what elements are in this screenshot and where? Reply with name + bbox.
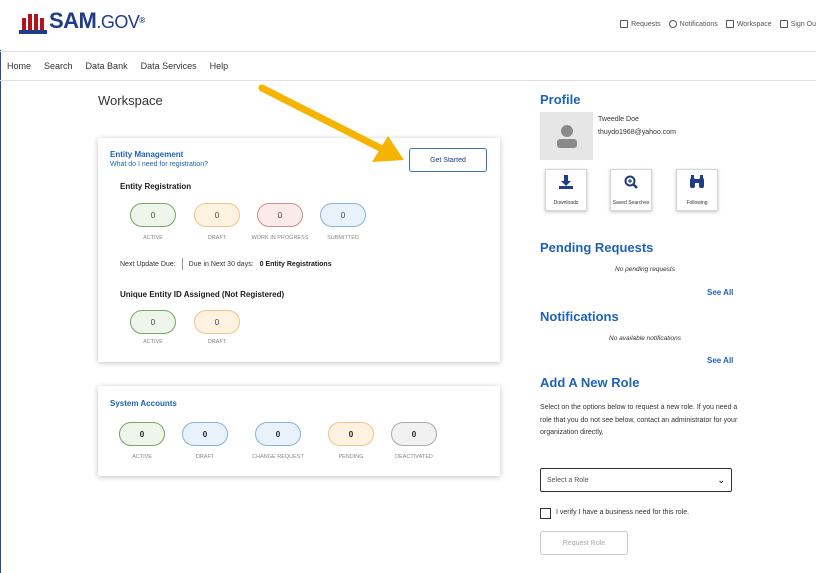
top-link-sign-out[interactable]: Sign Ou bbox=[779, 20, 816, 28]
binoculars-icon bbox=[690, 175, 704, 188]
download-icon bbox=[559, 175, 573, 189]
notifications-icon bbox=[668, 20, 677, 28]
system-accounts-title[interactable]: System Accounts bbox=[110, 399, 177, 408]
pending-requests-empty: No pending requests bbox=[615, 266, 675, 273]
registration-submitted-label: SUBMITTED bbox=[327, 235, 359, 241]
user-icon bbox=[556, 125, 577, 148]
pending-requests-title: Pending Requests bbox=[540, 240, 654, 255]
registration-active-label: ACTIVE bbox=[143, 235, 163, 241]
system-active-label: ACTIVE bbox=[132, 454, 152, 460]
system-change-request-count[interactable]: 0 bbox=[255, 422, 301, 446]
entity-registration-title: Entity Registration bbox=[120, 182, 192, 191]
uei-draft-label: DRAFT bbox=[207, 339, 227, 345]
get-started-button[interactable]: Get Started bbox=[409, 148, 487, 172]
sam-logo[interactable]: SAM.GOV® bbox=[19, 9, 145, 34]
sign-out-icon bbox=[779, 20, 788, 28]
logo-mark-icon bbox=[19, 10, 47, 34]
requests-icon bbox=[620, 20, 629, 28]
nav-search[interactable]: Search bbox=[44, 61, 73, 71]
pending-requests-see-all[interactable]: See All bbox=[707, 288, 733, 297]
system-draft-label: DRAFT bbox=[195, 454, 215, 460]
main-nav: Home Search Data Bank Data Services Help bbox=[0, 51, 816, 81]
uei-draft-count[interactable]: 0 bbox=[194, 310, 240, 334]
following-label: Following bbox=[686, 200, 708, 206]
uei-active-label: ACTIVE bbox=[143, 339, 163, 345]
nav-help[interactable]: Help bbox=[210, 61, 229, 71]
notifications-see-all[interactable]: See All bbox=[707, 356, 733, 365]
registration-active-count[interactable]: 0 bbox=[130, 203, 176, 227]
saved-searches-tile[interactable]: Saved Searches bbox=[610, 169, 652, 211]
due-text: Due in Next 30 days: bbox=[188, 260, 254, 268]
nav-data-bank[interactable]: Data Bank bbox=[86, 61, 128, 71]
uei-active-count[interactable]: 0 bbox=[130, 310, 176, 334]
system-active-count[interactable]: 0 bbox=[119, 422, 165, 446]
system-pending-count[interactable]: 0 bbox=[328, 422, 374, 446]
system-deactivated-count[interactable]: 0 bbox=[391, 422, 437, 446]
downloads-label: Downloads bbox=[553, 200, 579, 206]
registration-wip-count[interactable]: 0 bbox=[257, 203, 303, 227]
next-update-label: Next Update Due: bbox=[120, 260, 176, 268]
workspace-icon bbox=[725, 20, 734, 28]
avatar bbox=[540, 112, 593, 160]
workspace-title: Workspace bbox=[98, 93, 163, 108]
nav-home[interactable]: Home bbox=[7, 61, 31, 71]
profile-email: thuydo1968@yahoo.com bbox=[598, 129, 676, 136]
profile-title: Profile bbox=[540, 92, 581, 107]
uei-title: Unique Entity ID Assigned (Not Registere… bbox=[120, 290, 285, 299]
add-role-description: Select on the options below to request a… bbox=[540, 404, 738, 436]
notifications-title: Notifications bbox=[540, 309, 619, 324]
following-tile[interactable]: Following bbox=[676, 169, 718, 211]
verify-checkbox[interactable] bbox=[540, 508, 551, 519]
top-link-requests[interactable]: Requests bbox=[620, 20, 661, 28]
system-pending-label: PENDING bbox=[338, 454, 364, 460]
next-update-line: Next Update Due: Due in Next 30 days: 0 … bbox=[120, 258, 332, 270]
saved-search-icon bbox=[624, 175, 638, 189]
top-link-workspace[interactable]: Workspace bbox=[725, 20, 772, 28]
saved-searches-label: Saved Searches bbox=[612, 200, 650, 206]
chevron-down-icon: ⌄ bbox=[717, 474, 725, 485]
site-header: SAM.GOV® Requests Notifications Workspac… bbox=[0, 0, 816, 50]
registration-wip-label: WORK IN PROGRESS bbox=[251, 235, 309, 241]
add-role-title: Add A New Role bbox=[540, 375, 640, 390]
entity-management-title[interactable]: Entity Management bbox=[110, 150, 183, 159]
role-select[interactable]: Select a Role ⌄ bbox=[540, 468, 732, 492]
registration-draft-count[interactable]: 0 bbox=[194, 203, 240, 227]
notifications-empty: No available notifications bbox=[609, 335, 681, 342]
nav-data-services[interactable]: Data Services bbox=[141, 61, 197, 71]
registration-draft-label: DRAFT bbox=[207, 235, 227, 241]
request-role-button[interactable]: Request Role bbox=[540, 531, 628, 555]
verify-label: I verify I have a business need for this… bbox=[556, 509, 690, 516]
downloads-tile[interactable]: Downloads bbox=[545, 169, 587, 211]
profile-name: Tweedle Doe bbox=[598, 116, 639, 123]
due-count[interactable]: 0 Entity Registrations bbox=[260, 261, 332, 268]
system-deactivated-label: DEACTIVATED bbox=[395, 454, 433, 460]
registration-submitted-count[interactable]: 0 bbox=[320, 203, 366, 227]
role-select-value: Select a Role bbox=[547, 476, 589, 484]
system-change-request-label: CHANGE REQUEST bbox=[252, 454, 304, 460]
logo-text: SAM.GOV® bbox=[49, 8, 145, 33]
top-link-notifications[interactable]: Notifications bbox=[668, 20, 718, 28]
annotation-arrow-icon bbox=[258, 84, 404, 162]
divider bbox=[181, 258, 183, 270]
top-links: Requests Notifications Workspace Sign Ou bbox=[620, 20, 816, 28]
registration-help-link[interactable]: What do I need for registration? bbox=[110, 161, 208, 168]
system-draft-count[interactable]: 0 bbox=[182, 422, 228, 446]
